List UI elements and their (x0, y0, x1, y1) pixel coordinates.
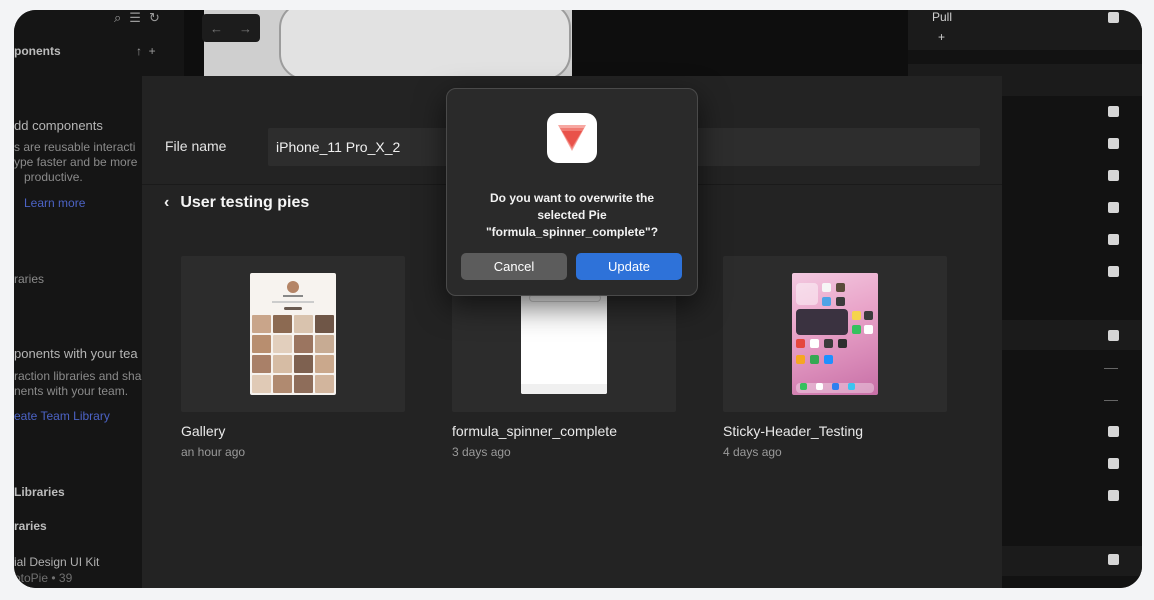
checkbox[interactable] (1108, 426, 1119, 437)
learn-more-link[interactable]: Learn more (24, 196, 85, 210)
chevron-left-icon[interactable]: ‹ (164, 194, 169, 212)
update-button[interactable]: Update (576, 253, 682, 280)
checkbox[interactable] (1108, 170, 1119, 181)
pie-date: an hour ago (181, 445, 246, 459)
folder-title: User testing pies (180, 194, 310, 211)
pie-card[interactable]: Sticky-Header_Testing 4 days ago (723, 256, 947, 459)
checkbox[interactable] (1108, 234, 1119, 245)
pull-label: Pull (932, 10, 953, 24)
protopie-logo-icon (547, 113, 597, 163)
message-line: selected Pie (537, 208, 607, 222)
navigation-pill: ← → (202, 14, 260, 42)
description-line: s are reusable interacti (14, 140, 136, 154)
checkbox[interactable] (1108, 106, 1119, 117)
pull-row: Pull + (908, 10, 1142, 50)
checkbox[interactable] (1108, 554, 1119, 565)
divider (1104, 368, 1118, 369)
pie-thumbnail[interactable] (723, 256, 947, 412)
refresh-icon[interactable]: ↻ (149, 10, 168, 25)
add-components-title: dd components (14, 118, 103, 133)
add-icon[interactable]: + (149, 44, 156, 58)
checkbox[interactable] (1108, 138, 1119, 149)
checkbox[interactable] (1108, 202, 1119, 213)
checkbox[interactable] (1108, 12, 1119, 23)
pie-card[interactable]: Gallery an hour ago (181, 256, 405, 459)
checkbox[interactable] (1108, 266, 1119, 277)
pie-name: formula_spinner_complete (452, 423, 617, 439)
checkbox[interactable] (1108, 490, 1119, 501)
libraries-label: raries (14, 272, 45, 286)
libraries-subheader: raries (14, 519, 47, 533)
pie-thumbnail[interactable] (181, 256, 405, 412)
pie-name: Gallery (181, 423, 226, 439)
list-icon[interactable]: ☰ (129, 10, 149, 25)
panel-actions: ↑ + (136, 44, 156, 58)
create-team-library-link[interactable]: eate Team Library (14, 409, 110, 423)
app-window: ⌕☰↻ ponents ↑ + dd components s are reus… (14, 10, 1142, 588)
ios-home-preview (792, 273, 878, 395)
team-description: raction libraries and sha (14, 369, 142, 383)
sort-icon[interactable]: ↑ (136, 44, 142, 58)
components-header: ponents (14, 44, 61, 58)
overwrite-confirm-dialog: Do you want to overwrite the selected Pi… (446, 88, 698, 296)
cancel-button[interactable]: Cancel (461, 253, 567, 280)
description-line: ype faster and be more (14, 155, 138, 169)
kit-meta: otoPie • 39 (14, 571, 73, 585)
libraries-header: Libraries (14, 485, 65, 499)
arrow-right-icon[interactable]: → (239, 21, 252, 36)
gallery-preview (250, 273, 336, 395)
pie-date: 4 days ago (723, 445, 782, 459)
confirm-message: Do you want to overwrite the selected Pi… (457, 190, 687, 241)
description-line: productive. (24, 170, 83, 184)
file-name-label: File name (165, 138, 227, 154)
device-frame (279, 10, 571, 80)
search-icon[interactable]: ⌕ (114, 10, 129, 25)
folder-header: ‹ User testing pies (164, 194, 309, 212)
checkbox[interactable] (1108, 330, 1119, 341)
panel-toolbar: ⌕☰↻ (114, 10, 168, 26)
team-title: ponents with your tea (14, 346, 138, 361)
pie-name: Sticky-Header_Testing (723, 423, 864, 439)
message-line: Do you want to overwrite the (489, 191, 654, 205)
message-line: "formula_spinner_complete"? (485, 225, 659, 239)
kit-name[interactable]: ial Design UI Kit (14, 555, 99, 569)
divider (1104, 400, 1118, 401)
checkbox[interactable] (1108, 458, 1119, 469)
arrow-left-icon[interactable]: ← (210, 21, 223, 36)
pie-date: 3 days ago (452, 445, 511, 459)
add-icon[interactable]: + (938, 30, 945, 44)
team-description: nents with your team. (14, 384, 129, 398)
